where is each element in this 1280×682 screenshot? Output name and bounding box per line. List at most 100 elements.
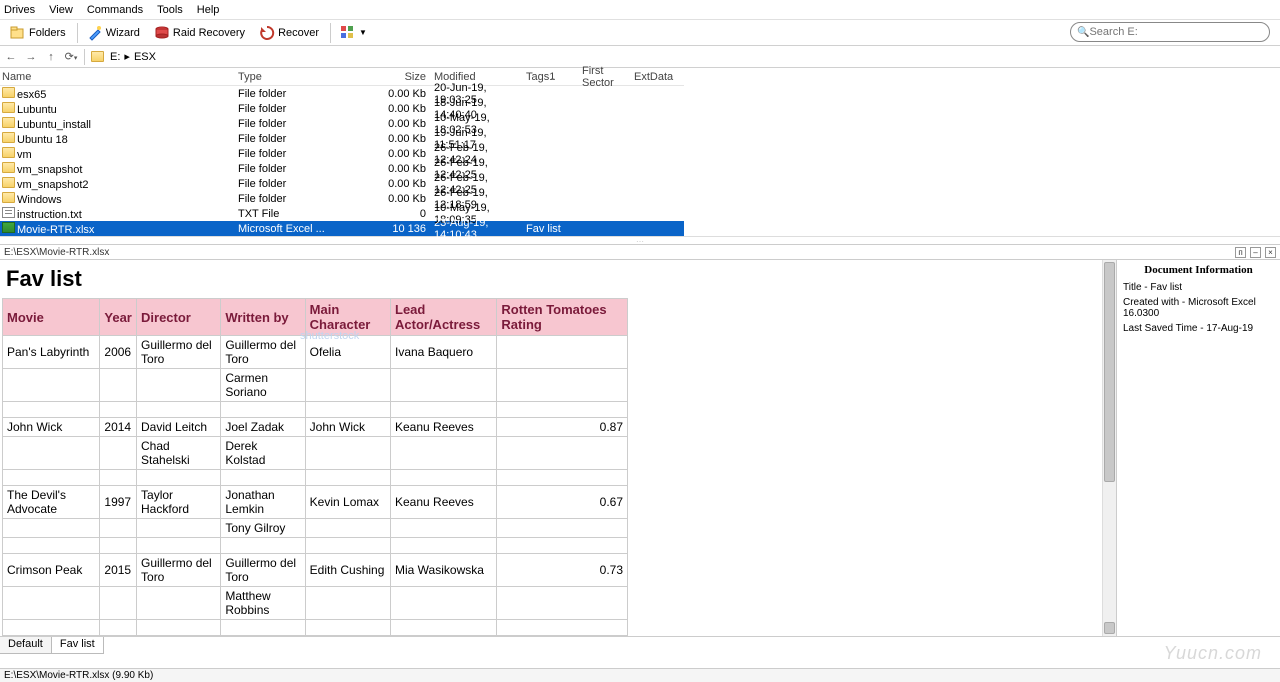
menu-tools[interactable]: Tools xyxy=(157,4,183,16)
sheet-tab[interactable]: Default xyxy=(0,637,52,654)
search-box[interactable]: 🔍 xyxy=(1070,22,1270,42)
sheet-cell xyxy=(100,470,137,486)
col-type[interactable]: Type⌄ xyxy=(238,71,356,83)
folder-icon xyxy=(2,177,15,188)
sheet-cell: 0.87 xyxy=(497,418,628,437)
sheet-row[interactable] xyxy=(3,620,628,636)
sheet-cell: 2014 xyxy=(100,418,137,437)
sheet-row[interactable] xyxy=(3,470,628,486)
file-row[interactable]: vmFile folder0.00 Kb26-Feb-19, 12:42:24 xyxy=(0,146,684,161)
sheet-col: Written by xyxy=(221,299,305,336)
menu-view[interactable]: View xyxy=(49,4,73,16)
sheet-row[interactable]: Chad StahelskiDerek Kolstad xyxy=(3,437,628,470)
wizard-label: Wizard xyxy=(106,27,140,39)
folder-icon xyxy=(2,117,15,128)
options-button[interactable]: ▼ xyxy=(334,23,373,43)
menu-commands[interactable]: Commands xyxy=(87,4,143,16)
sheet-row[interactable]: Matthew Robbins xyxy=(3,587,628,620)
txt-icon xyxy=(2,207,15,218)
search-input[interactable] xyxy=(1089,26,1263,38)
pin-button[interactable]: п xyxy=(1235,247,1246,258)
sheet-cell xyxy=(221,620,305,636)
sheet-row[interactable]: Django Unchained2012Quentin TarantinoQue… xyxy=(3,636,628,637)
address-bar: ← → ↑ ⟳▾ E: ▸ ESX xyxy=(0,46,1280,68)
file-row[interactable]: instruction.txtTXT File010-May-19, 18:09… xyxy=(0,206,684,221)
sheet-cell: Guillermo del Toro xyxy=(137,554,221,587)
minimize-button[interactable]: – xyxy=(1250,247,1261,258)
sheet-cell xyxy=(305,538,390,554)
scroll-thumb[interactable] xyxy=(1104,622,1115,634)
refresh-button[interactable]: ⟳▾ xyxy=(64,50,78,63)
col-modified[interactable]: Modified⌄ xyxy=(434,71,526,83)
sheet-cell: Guillermo del Toro xyxy=(221,336,305,369)
sheet-cell xyxy=(3,587,100,620)
raid-recovery-button[interactable]: Raid Recovery xyxy=(148,23,251,43)
recover-button[interactable]: Recover xyxy=(253,23,325,43)
file-list-header: Name⌄ Type⌄ Size Modified⌄ Tags1⌄ First … xyxy=(0,68,684,86)
folder-icon xyxy=(2,132,15,143)
folder-icon xyxy=(2,102,15,113)
folder-icon xyxy=(2,87,15,98)
sheet-row[interactable]: Tony Gilroy xyxy=(3,519,628,538)
sheet-row[interactable] xyxy=(3,538,628,554)
folders-button[interactable]: Folders xyxy=(4,23,72,43)
sort-icon: ⌄ xyxy=(470,73,477,82)
sheet-cell xyxy=(305,369,390,402)
xls-icon xyxy=(2,222,15,233)
col-sector[interactable]: First Sector xyxy=(582,65,634,89)
wizard-button[interactable]: Wizard xyxy=(81,23,146,43)
up-button[interactable]: ↑ xyxy=(44,51,58,63)
raid-icon xyxy=(154,25,170,41)
sheet-cell xyxy=(497,336,628,369)
sheet-cell xyxy=(3,538,100,554)
col-size[interactable]: Size xyxy=(356,71,434,83)
sheet-cell: Matthew Robbins xyxy=(221,587,305,620)
sheet-row[interactable]: Crimson Peak2015Guillermo del ToroGuille… xyxy=(3,554,628,587)
breadcrumb[interactable]: E: ▸ ESX xyxy=(91,50,156,63)
file-row[interactable]: Ubuntu 18File folder0.00 Kb19-Jun-19, 11… xyxy=(0,131,684,146)
col-tags[interactable]: Tags1⌄ xyxy=(526,71,582,83)
sheet-row[interactable]: John Wick2014David LeitchJoel ZadakJohn … xyxy=(3,418,628,437)
sheet-cell: 0.87 xyxy=(497,636,628,637)
sheet-cell xyxy=(221,538,305,554)
file-list: Name⌄ Type⌄ Size Modified⌄ Tags1⌄ First … xyxy=(0,68,684,236)
file-row[interactable]: vm_snapshotFile folder0.00 Kb26-Feb-19, … xyxy=(0,161,684,176)
forward-button[interactable]: → xyxy=(24,51,38,63)
back-button[interactable]: ← xyxy=(4,51,18,63)
sheet-cell: Guillermo del Toro xyxy=(137,336,221,369)
menu-drives[interactable]: Drives xyxy=(4,4,35,16)
splitter[interactable]: ⋯ xyxy=(0,236,1280,244)
sheet-cell: Joel Zadak xyxy=(221,418,305,437)
sheet-cell: Edith Cushing xyxy=(305,554,390,587)
file-row[interactable]: vm_snapshot2File folder0.00 Kb26-Feb-19,… xyxy=(0,176,684,191)
sheet-cell xyxy=(391,402,497,418)
file-row[interactable]: Movie-RTR.xlsxMicrosoft Excel ...10 1362… xyxy=(0,221,684,236)
recover-label: Recover xyxy=(278,27,319,39)
sheet-row[interactable]: The Devil's Advocate1997Taylor HackfordJ… xyxy=(3,486,628,519)
sheet-cell xyxy=(3,519,100,538)
sheet-cell xyxy=(3,470,100,486)
sheet-cell xyxy=(137,620,221,636)
sheet-cell: Django Unchained xyxy=(3,636,100,637)
sheet-cell: Quentin Tarantino xyxy=(221,636,305,637)
menu-help[interactable]: Help xyxy=(197,4,220,16)
raid-label: Raid Recovery xyxy=(173,27,245,39)
vertical-scrollbar[interactable] xyxy=(1102,260,1116,636)
col-name[interactable]: Name⌄ xyxy=(0,71,238,83)
folders-icon xyxy=(10,25,26,41)
file-row[interactable]: LubuntuFile folder0.00 Kb18-Jun-19, 14:4… xyxy=(0,101,684,116)
col-extdata[interactable]: ExtData xyxy=(634,71,682,83)
sheet-cell xyxy=(100,538,137,554)
sheet-cell xyxy=(100,587,137,620)
file-row[interactable]: WindowsFile folder0.00 Kb26-Feb-19, 12:1… xyxy=(0,191,684,206)
file-row[interactable]: Lubuntu_installFile folder0.00 Kb10-May-… xyxy=(0,116,684,131)
info-saved: Last Saved Time - 17-Aug-19 xyxy=(1123,323,1274,334)
sheet-cell xyxy=(497,402,628,418)
sheet-tab[interactable]: Fav list xyxy=(51,637,104,654)
sheet-cell xyxy=(221,470,305,486)
close-preview-button[interactable]: × xyxy=(1265,247,1276,258)
sheet-row[interactable] xyxy=(3,402,628,418)
sheet-row[interactable]: Carmen Soriano xyxy=(3,369,628,402)
folder-icon xyxy=(2,147,15,158)
scroll-thumb[interactable] xyxy=(1104,262,1115,482)
